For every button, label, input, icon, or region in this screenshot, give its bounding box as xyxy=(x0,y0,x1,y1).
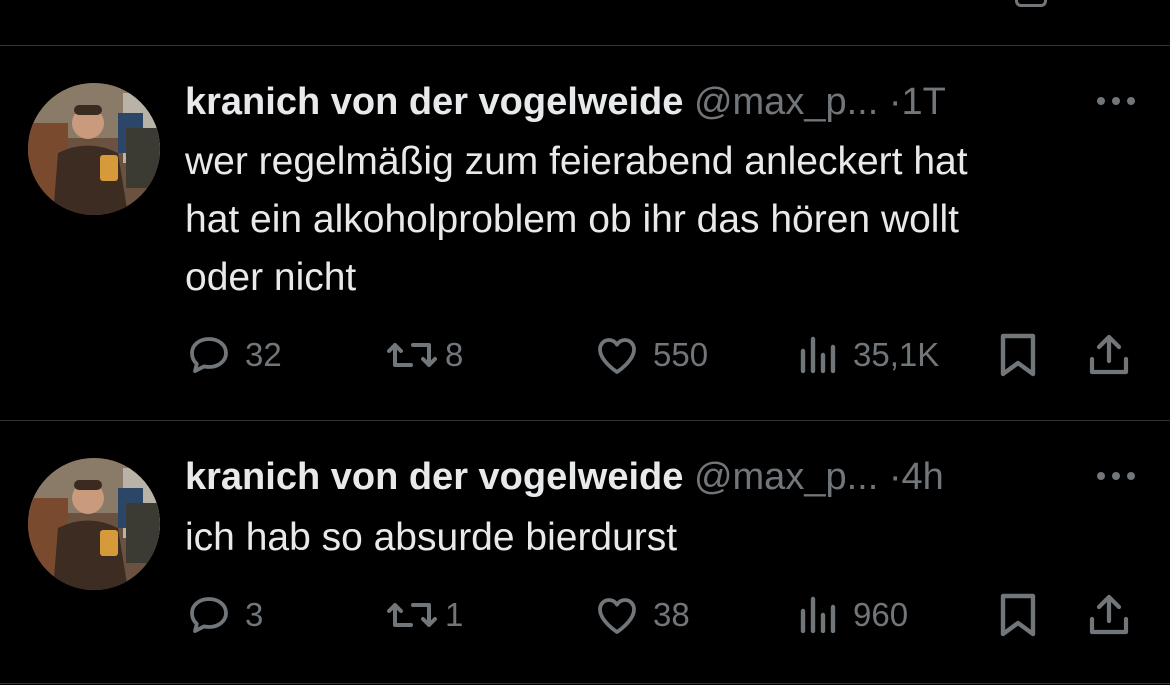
view-count: 960 xyxy=(853,596,909,633)
share-button[interactable] xyxy=(1085,590,1133,640)
views-button[interactable]: 35,1K xyxy=(797,330,939,380)
retweet-icon xyxy=(387,343,437,367)
like-count: 38 xyxy=(653,596,690,633)
retweet-button[interactable]: 1 xyxy=(385,590,463,640)
display-name[interactable]: kranich von der vogelweide xyxy=(185,81,683,123)
tweet-actions: 3 1 38 960 xyxy=(185,590,1145,640)
like-button[interactable]: 550 xyxy=(593,330,708,380)
share-upload-icon xyxy=(1089,334,1129,375)
more-dots-icon[interactable] xyxy=(1093,469,1139,481)
heart-icon xyxy=(598,338,636,374)
more-dots-icon[interactable] xyxy=(1093,94,1139,106)
user-handle[interactable]: @max_p... xyxy=(694,81,878,123)
bar-chart-icon xyxy=(800,596,836,634)
divider-top xyxy=(0,45,1170,46)
divider-bottom xyxy=(0,683,1170,684)
tweet-header: kranich von der vogelweide @max_p... ·1T xyxy=(185,80,946,124)
retweet-count: 1 xyxy=(445,596,464,633)
separator: · xyxy=(888,456,902,498)
views-button[interactable]: 960 xyxy=(797,590,908,640)
tweet-text: wer regelmäßig zum feierabend anleckert … xyxy=(185,133,1145,307)
retweet-icon xyxy=(387,603,437,627)
separator: · xyxy=(888,81,902,123)
reply-button[interactable]: 32 xyxy=(185,330,282,380)
bookmark-button[interactable] xyxy=(997,590,1039,640)
speech-bubble-icon xyxy=(190,597,228,633)
retweet-button[interactable]: 8 xyxy=(385,330,463,380)
timestamp[interactable]: 1T xyxy=(901,81,945,123)
avatar[interactable] xyxy=(28,458,160,590)
timestamp[interactable]: 4h xyxy=(901,456,943,498)
tweet-header: kranich von der vogelweide @max_p... ·4h xyxy=(185,455,944,499)
retweet-count: 8 xyxy=(445,336,464,373)
reply-button[interactable]: 3 xyxy=(185,590,263,640)
bookmark-icon xyxy=(1000,593,1036,637)
tweet-text: ich hab so absurde bierdurst xyxy=(185,509,1145,567)
bar-chart-icon xyxy=(800,336,836,374)
speech-bubble-icon xyxy=(190,337,228,373)
share-upload-icon xyxy=(1089,594,1129,635)
tweet-actions: 32 8 550 35,1K xyxy=(185,330,1145,380)
tweet-text-line: ich hab so absurde bierdurst xyxy=(185,516,678,559)
avatar[interactable] xyxy=(28,83,160,215)
previous-tweet-bookmark-icon[interactable] xyxy=(1015,0,1047,7)
reply-count: 3 xyxy=(245,596,264,633)
like-button[interactable]: 38 xyxy=(593,590,690,640)
display-name[interactable]: kranich von der vogelweide xyxy=(185,456,683,498)
bookmark-icon xyxy=(1000,333,1036,377)
like-count: 550 xyxy=(653,336,709,373)
bookmark-button[interactable] xyxy=(997,330,1039,380)
share-button[interactable] xyxy=(1085,330,1133,380)
divider-middle xyxy=(0,420,1170,421)
tweet-text-line: wer regelmäßig zum feierabend anleckert … xyxy=(185,140,968,183)
tweet-text-line: oder nicht xyxy=(185,256,357,299)
tweet-text-line: hat ein alkoholproblem ob ihr das hören … xyxy=(185,198,959,241)
user-handle[interactable]: @max_p... xyxy=(694,456,878,498)
reply-count: 32 xyxy=(245,336,282,373)
view-count: 35,1K xyxy=(853,336,940,373)
heart-icon xyxy=(598,598,636,634)
